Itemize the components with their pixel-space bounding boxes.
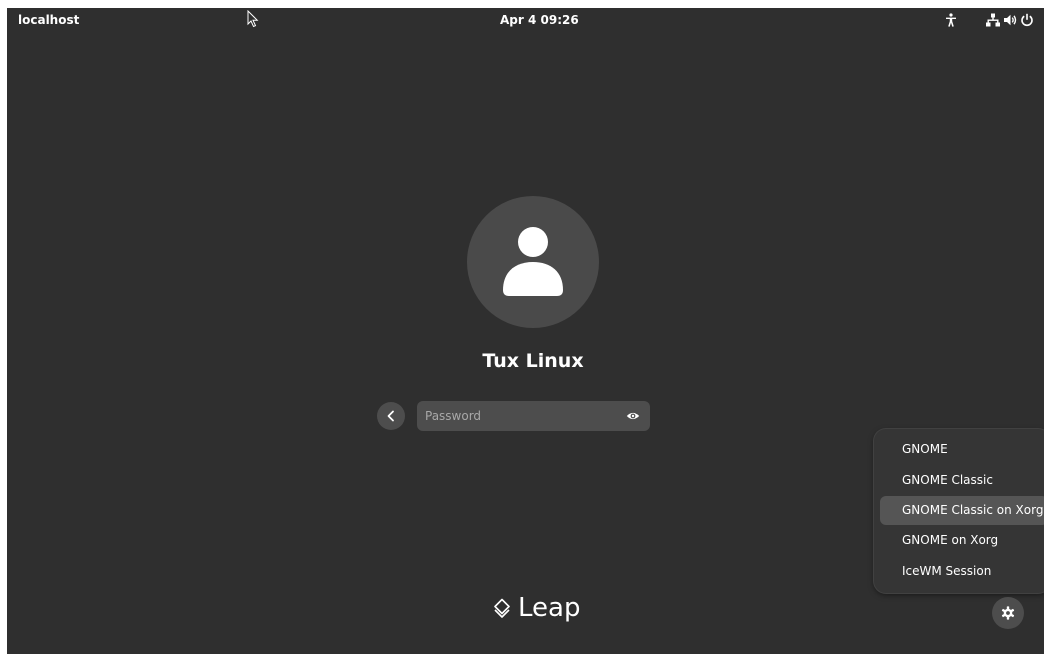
password-field[interactable] (417, 401, 650, 431)
network-wired-icon[interactable] (985, 12, 1001, 28)
session-item-gnome[interactable]: GNOME (880, 435, 1044, 464)
user-avatar[interactable] (467, 196, 599, 328)
session-item-gnome-on-xorg[interactable]: GNOME on Xorg (880, 526, 1044, 555)
logo-text: Leap (518, 593, 581, 623)
show-password-icon[interactable] (626, 409, 640, 423)
power-icon[interactable] (1019, 12, 1035, 28)
username-label: Tux Linux (482, 350, 584, 372)
accessibility-icon[interactable] (943, 12, 959, 28)
clock[interactable]: Apr 4 09:26 (500, 13, 579, 27)
session-item-icewm-session[interactable]: IceWM Session (880, 557, 1044, 586)
gear-icon (1001, 606, 1015, 620)
chevron-left-icon (387, 410, 394, 422)
session-item-gnome-classic[interactable]: GNOME Classic (880, 466, 1044, 495)
password-input[interactable] (417, 401, 625, 431)
volume-icon[interactable] (1002, 12, 1018, 28)
mouse-pointer-icon (247, 9, 259, 32)
leap-logo-icon (494, 598, 510, 618)
session-item-gnome-classic-on-xorg[interactable]: GNOME Classic on Xorg (880, 496, 1044, 525)
session-settings-button[interactable] (992, 597, 1024, 629)
top-bar: localhost Apr 4 09:26 (7, 8, 1044, 34)
distro-logo: Leap (492, 593, 580, 623)
back-button[interactable] (377, 402, 405, 430)
login-screen: localhost Apr 4 09:26 Tux Linux GNOME GN… (7, 8, 1044, 654)
session-menu: GNOME GNOME Classic GNOME Classic on Xor… (874, 429, 1044, 593)
hostname-label: localhost (18, 13, 80, 27)
user-icon (503, 227, 563, 296)
